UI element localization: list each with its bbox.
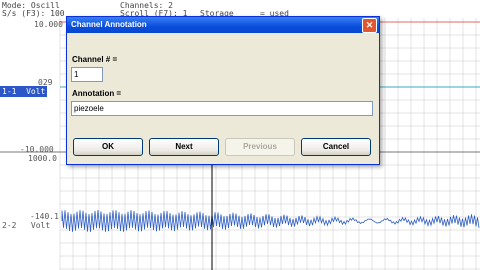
ch1-bottom-value: -10.000 bbox=[20, 145, 54, 154]
channel-2-unit: Volt bbox=[30, 221, 51, 230]
close-icon[interactable]: ✕ bbox=[362, 18, 377, 33]
annotation-label: Annotation = bbox=[72, 89, 122, 98]
ch1-top-value: 10.000 bbox=[34, 20, 63, 29]
channel-number-field[interactable]: 1 bbox=[71, 67, 103, 82]
sample-rate-text: S/s (F3): 100 bbox=[2, 9, 65, 18]
dialog-titlebar[interactable]: Channel Annotation ✕ bbox=[67, 17, 379, 33]
dialog-title: Channel Annotation bbox=[71, 20, 147, 29]
next-button[interactable]: Next bbox=[149, 138, 219, 156]
ch2-trace bbox=[61, 209, 480, 232]
channel-label-1[interactable]: 1-1 Volt bbox=[0, 86, 48, 97]
channel-1-unit: Volt bbox=[26, 87, 46, 96]
ch2-top-value: 1000.0 bbox=[28, 154, 57, 163]
channel-1-id: 1-1 bbox=[2, 87, 17, 96]
cancel-button[interactable]: Cancel bbox=[301, 138, 371, 156]
channel-annotation-dialog[interactable]: Channel Annotation ✕ Channel # = 1 Annot… bbox=[66, 16, 380, 165]
ch2-waveform bbox=[61, 209, 480, 232]
ok-button[interactable]: OK bbox=[73, 138, 143, 156]
channel-label-2[interactable]: 2-2 Volt bbox=[0, 220, 52, 231]
channel-2-id: 2-2 bbox=[2, 221, 17, 230]
annotation-field[interactable]: piezoele bbox=[71, 101, 373, 116]
channel-number-label: Channel # = bbox=[72, 55, 118, 64]
previous-button[interactable]: Previous bbox=[225, 138, 295, 156]
